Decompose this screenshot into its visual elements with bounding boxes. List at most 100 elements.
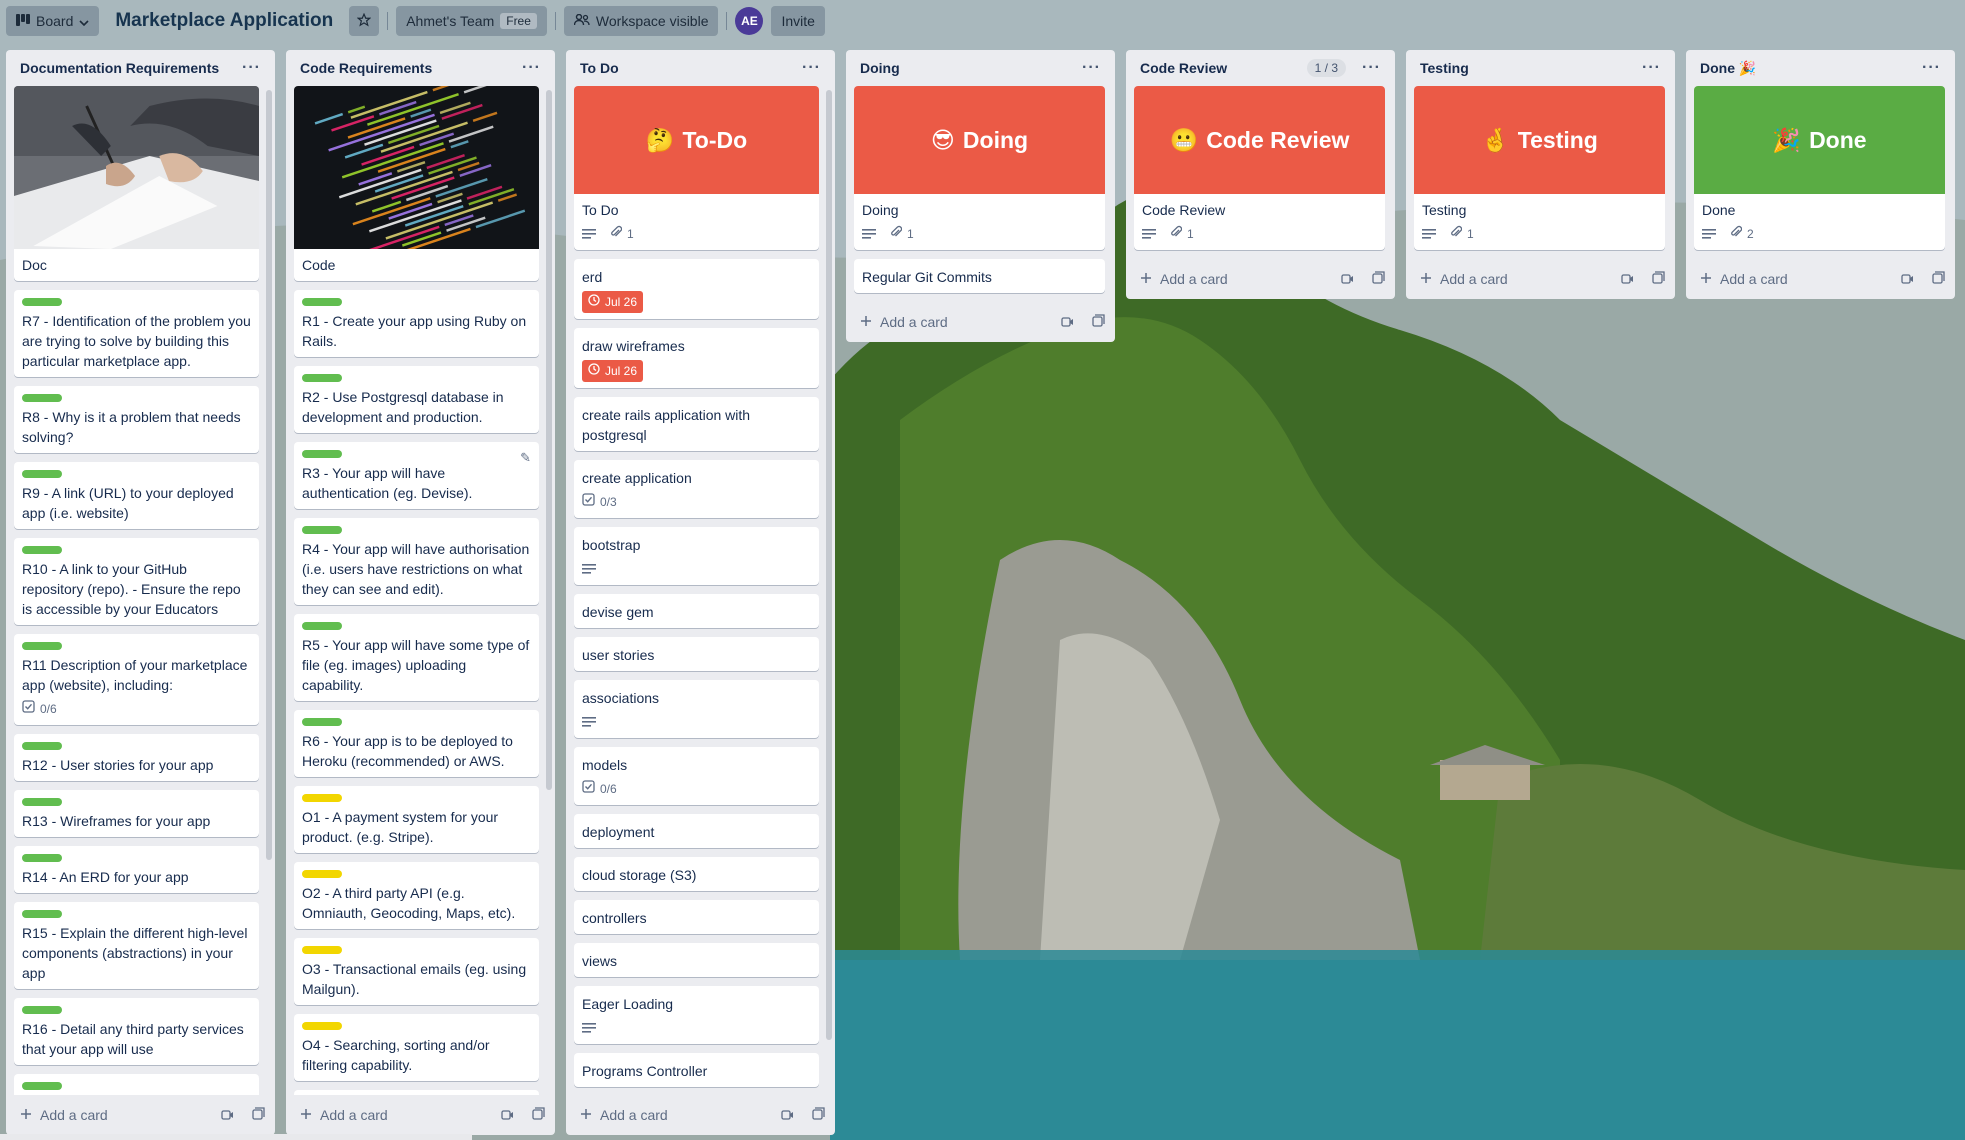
card[interactable]: create application 0/3 [574, 460, 819, 518]
card-template-icon[interactable] [1372, 271, 1385, 287]
cover-card[interactable]: 😎 Doing Doing 1 [854, 86, 1105, 250]
avatar[interactable]: AE [735, 7, 764, 35]
card[interactable]: deployment [574, 814, 819, 848]
card-template-icon[interactable] [1932, 271, 1945, 287]
card-label-green[interactable] [22, 394, 62, 402]
list-header[interactable]: To Do ··· [566, 50, 835, 86]
card[interactable]: user stories [574, 637, 819, 671]
list-header[interactable]: Doing ··· [846, 50, 1115, 86]
list-menu-icon[interactable]: ··· [516, 59, 547, 77]
card[interactable]: R15 - Explain the different high-level c… [14, 902, 259, 989]
list-menu-icon[interactable]: ··· [796, 59, 827, 77]
card[interactable]: draw wireframes Jul 26 [574, 328, 819, 388]
list-title[interactable]: Code Review [1140, 60, 1307, 76]
card-label-yellow[interactable] [302, 794, 342, 802]
card[interactable]: R8 - Why is it a problem that needs solv… [14, 386, 259, 453]
add-card-button[interactable]: Add a card [1700, 271, 1901, 287]
card-template-icon[interactable] [532, 1107, 545, 1123]
card[interactable]: cloud storage (S3) [574, 857, 819, 891]
add-card-button[interactable]: Add a card [860, 314, 1061, 330]
card-label-green[interactable] [22, 642, 62, 650]
cover-card[interactable]: Code [294, 86, 539, 281]
due-date-badge[interactable]: Jul 26 [582, 360, 644, 382]
card[interactable]: controllers [574, 900, 819, 934]
star-button[interactable] [349, 6, 380, 36]
record-video-icon[interactable] [1061, 314, 1074, 330]
card[interactable]: views [574, 943, 819, 977]
card[interactable]: R12 - User stories for your app [14, 734, 259, 781]
list-menu-icon[interactable]: ··· [1636, 59, 1667, 77]
card[interactable]: Programs Controller [574, 1053, 819, 1087]
card[interactable]: Eager Loading [574, 986, 819, 1044]
list-header[interactable]: Code Review 1 / 3 ··· [1126, 50, 1395, 86]
card-template-icon[interactable] [812, 1107, 825, 1123]
list-header[interactable]: Done 🎉 ··· [1686, 50, 1955, 86]
card[interactable]: O5 - Internal user messaging [294, 1090, 539, 1095]
visibility-button[interactable]: Workspace visible [563, 6, 719, 36]
card[interactable]: R2 - Use Postgresql database in developm… [294, 366, 539, 433]
card-label-yellow[interactable] [302, 946, 342, 954]
list-header[interactable]: Code Requirements ··· [286, 50, 555, 86]
card-label-green[interactable] [302, 450, 342, 458]
list-title[interactable]: Doing [860, 60, 1076, 76]
card-label-green[interactable] [22, 798, 62, 806]
cover-card[interactable]: 🤔 To-Do To Do 1 [574, 86, 819, 250]
card-label-green[interactable] [302, 298, 342, 306]
card[interactable]: create rails application with postgresql [574, 397, 819, 451]
card-label-green[interactable] [22, 298, 62, 306]
card[interactable]: R1 - Create your app using Ruby on Rails… [294, 290, 539, 357]
add-card-button[interactable]: Add a card [300, 1107, 501, 1123]
list-title[interactable]: Done 🎉 [1700, 60, 1916, 77]
card-template-icon[interactable] [1652, 271, 1665, 287]
list-scrollbar[interactable] [266, 90, 272, 860]
card-label-yellow[interactable] [302, 1022, 342, 1030]
card[interactable]: R9 - A link (URL) to your deployed app (… [14, 462, 259, 529]
card[interactable]: bootstrap [574, 527, 819, 585]
list-menu-icon[interactable]: ··· [1356, 59, 1387, 77]
card-label-green[interactable] [22, 470, 62, 478]
invite-button[interactable]: Invite [771, 6, 825, 36]
card[interactable]: R6 - Your app is to be deployed to Herok… [294, 710, 539, 777]
record-video-icon[interactable] [1901, 271, 1914, 287]
card[interactable]: ✎ R3 - Your app will have authentication … [294, 442, 539, 509]
card-template-icon[interactable] [1092, 314, 1105, 330]
list-title[interactable]: Documentation Requirements [20, 60, 236, 76]
card-label-green[interactable] [22, 742, 62, 750]
card[interactable]: O3 - Transactional emails (eg. using Mai… [294, 938, 539, 1005]
card-label-yellow[interactable] [302, 870, 342, 878]
card-label-green[interactable] [22, 1006, 62, 1014]
card-template-icon[interactable] [252, 1107, 265, 1123]
board-title[interactable]: Marketplace Application [107, 10, 341, 32]
add-card-button[interactable]: Add a card [1140, 271, 1341, 287]
team-button[interactable]: Ahmet's Team Free [396, 6, 547, 36]
card[interactable]: R5 - Your app will have some type of fil… [294, 614, 539, 701]
record-video-icon[interactable] [1621, 271, 1634, 287]
list-menu-icon[interactable]: ··· [236, 59, 267, 77]
card[interactable]: R10 - A link to your GitHub repository (… [14, 538, 259, 625]
record-video-icon[interactable] [781, 1107, 794, 1123]
list-title[interactable]: Testing [1420, 60, 1636, 76]
edit-pencil-icon[interactable]: ✎ [520, 448, 531, 468]
card-label-green[interactable] [22, 854, 62, 862]
card[interactable]: Regular Git Commits [854, 259, 1105, 293]
card[interactable]: O2 - A third party API (e.g. Omniauth, G… [294, 862, 539, 929]
card[interactable]: associations [574, 680, 819, 738]
card[interactable]: R17 - Describe your projects models in t… [14, 1074, 259, 1095]
card-label-green[interactable] [302, 526, 342, 534]
card-label-green[interactable] [302, 718, 342, 726]
list-scrollbar[interactable] [546, 90, 552, 790]
list-menu-icon[interactable]: ··· [1076, 59, 1107, 77]
card[interactable]: R4 - Your app will have authorisation (i… [294, 518, 539, 605]
card-label-green[interactable] [22, 546, 62, 554]
card[interactable]: R11 Description of your marketplace app … [14, 634, 259, 725]
due-date-badge[interactable]: Jul 26 [582, 291, 644, 313]
view-switcher-button[interactable]: Board [6, 6, 100, 36]
card[interactable]: models 0/6 [574, 747, 819, 805]
card[interactable]: R13 - Wireframes for your app [14, 790, 259, 837]
list-header[interactable]: Documentation Requirements ··· [6, 50, 275, 86]
card[interactable]: R14 - An ERD for your app [14, 846, 259, 893]
record-video-icon[interactable] [1341, 271, 1354, 287]
card[interactable]: R16 - Detail any third party services th… [14, 998, 259, 1065]
card-label-green[interactable] [22, 1082, 62, 1090]
card[interactable]: O4 - Searching, sorting and/or filtering… [294, 1014, 539, 1081]
